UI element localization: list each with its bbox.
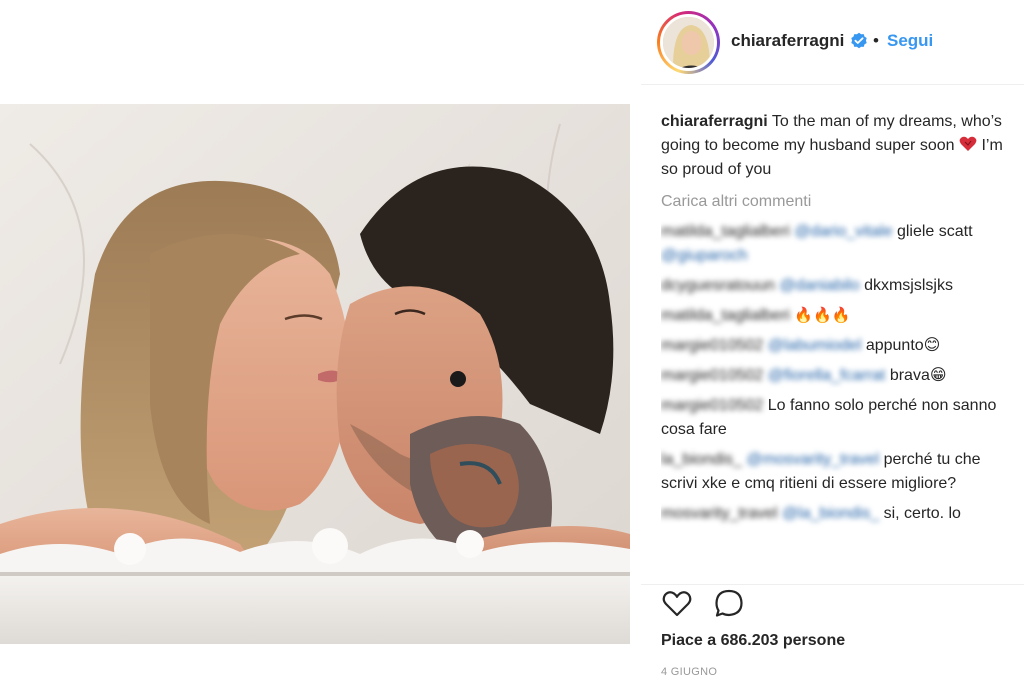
- post-photo-image: [0, 104, 630, 644]
- comment-mention-link[interactable]: @labumiodel: [768, 337, 862, 354]
- actions-divider: [641, 584, 1024, 585]
- comment-username-link[interactable]: matilda_taglialberi: [661, 307, 790, 324]
- comment-text: dkxmsjslsjks: [864, 277, 953, 294]
- header-divider: [641, 84, 1024, 85]
- heart-emoji-icon: [959, 136, 977, 151]
- avatar-image: [663, 17, 714, 68]
- comment-text: brava😁: [889, 367, 947, 384]
- post-date[interactable]: 4 GIUGNO: [661, 666, 717, 678]
- load-more-comments-button[interactable]: Carica altri commenti: [661, 190, 1011, 214]
- caption-username-link[interactable]: chiaraferragni: [661, 113, 768, 130]
- likes-count[interactable]: Piace a 686.203 persone: [661, 632, 845, 650]
- avatar[interactable]: [660, 14, 717, 71]
- comment-mention-link[interactable]: @dario_vitale: [794, 223, 892, 240]
- comment-mention-link[interactable]: @fiorella_fcarrat: [768, 367, 886, 384]
- comment-item: margie010502 @labumiodel appunto😊: [661, 334, 1011, 358]
- comment-mention-link[interactable]: @daniabilo: [779, 277, 859, 294]
- comment-username-link[interactable]: la_biondis_: [661, 451, 742, 468]
- comments-list[interactable]: chiaraferragni To the man of my dreams, …: [661, 110, 1011, 584]
- comment-item: matilda_taglialberi 🔥🔥🔥: [661, 304, 1011, 328]
- comment-bubble-icon[interactable]: [713, 588, 745, 620]
- header-username-link[interactable]: chiaraferragni: [731, 31, 844, 51]
- story-ring[interactable]: [657, 11, 720, 74]
- verified-badge-icon: [851, 32, 867, 49]
- comment-item: margie010502 @fiorella_fcarrat brava😁: [661, 364, 1011, 388]
- comment-username-link[interactable]: margie010502: [661, 397, 763, 414]
- comment-item: mosvarity_travel @la_biondis_ si, certo.…: [661, 502, 1011, 526]
- header-separator: •: [873, 31, 879, 50]
- post-side-panel: chiaraferragni • Segui chiaraferragni To…: [641, 0, 1024, 684]
- comment-text: 🔥🔥🔥: [794, 307, 851, 324]
- comment-username-link[interactable]: matilda_taglialberi: [661, 223, 790, 240]
- follow-button[interactable]: Segui: [887, 31, 933, 51]
- post-caption: chiaraferragni To the man of my dreams, …: [661, 110, 1011, 182]
- comment-text: gliele scatt: [896, 223, 973, 240]
- comment-item: dcyguesratouun @daniabilo dkxmsjslsjks: [661, 274, 1011, 298]
- post-header: chiaraferragni • Segui: [641, 0, 1024, 84]
- heart-outline-icon[interactable]: [661, 588, 693, 620]
- comment-username-link[interactable]: margie010502: [661, 367, 763, 384]
- comment-item: la_biondis_ @mosvarity_travel perché tu …: [661, 448, 1011, 496]
- comment-username-link[interactable]: mosvarity_travel: [661, 505, 777, 522]
- comment-text: si, certo. lo: [883, 505, 961, 522]
- comment-item: matilda_taglialberi @dario_vitale gliele…: [661, 220, 1011, 268]
- comment-username-link[interactable]: margie010502: [661, 337, 763, 354]
- comment-text: appunto😊: [865, 337, 941, 354]
- post-photo[interactable]: [0, 104, 630, 644]
- comment-mention-link[interactable]: @mosvarity_travel: [746, 451, 879, 468]
- comment-username-link[interactable]: dcyguesratouun: [661, 277, 775, 294]
- comment-mention-link[interactable]: @giuparoch: [661, 247, 748, 264]
- comment-item: margie010502 Lo fanno solo perché non sa…: [661, 394, 1011, 442]
- comment-mention-link[interactable]: @la_biondis_: [782, 505, 879, 522]
